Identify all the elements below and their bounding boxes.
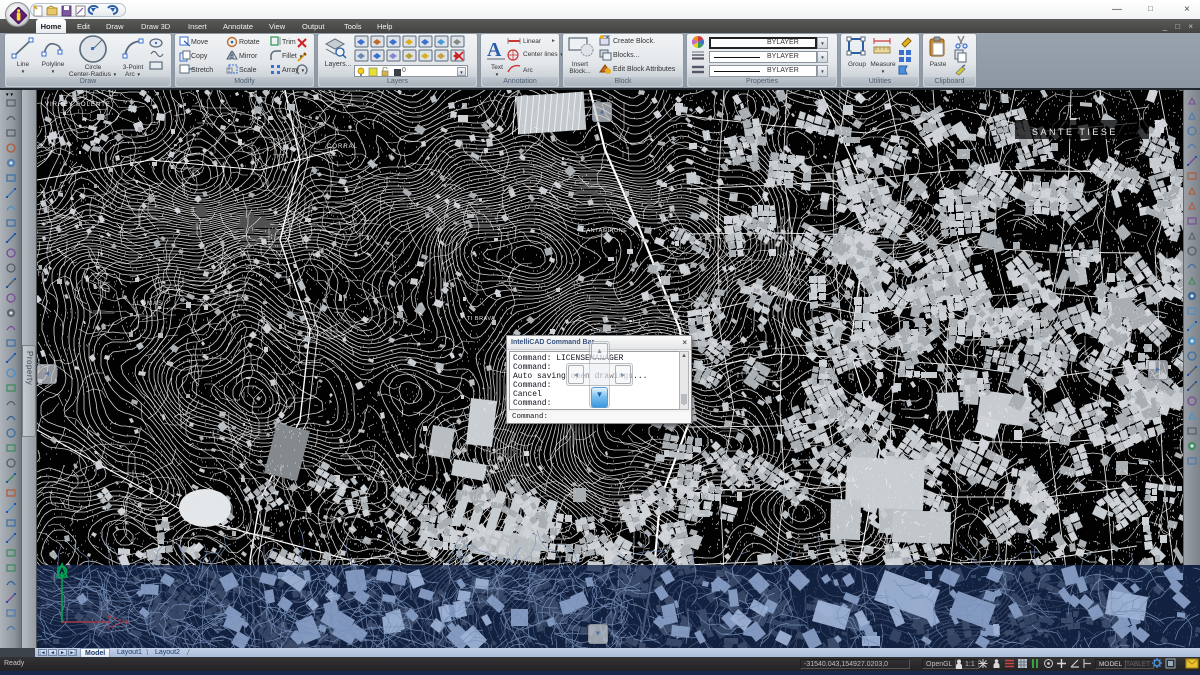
svg-text:CANTAGIRONE: CANTAGIRONE — [582, 228, 627, 234]
svg-text:CORRAL: CORRAL — [327, 144, 358, 150]
svg-text:FEPAL: FEPAL — [895, 301, 919, 307]
svg-text:SANTE TIESE: SANTE TIESE — [1032, 127, 1118, 137]
svg-text:TI BRAVA: TI BRAVA — [467, 316, 495, 322]
svg-text:VIRREY SOLENTE: VIRREY SOLENTE — [45, 102, 111, 108]
svg-text:A: A — [487, 39, 502, 61]
svg-text:LOMAS: LOMAS — [137, 301, 163, 307]
svg-text:LA RIVA: LA RIVA — [827, 478, 856, 484]
